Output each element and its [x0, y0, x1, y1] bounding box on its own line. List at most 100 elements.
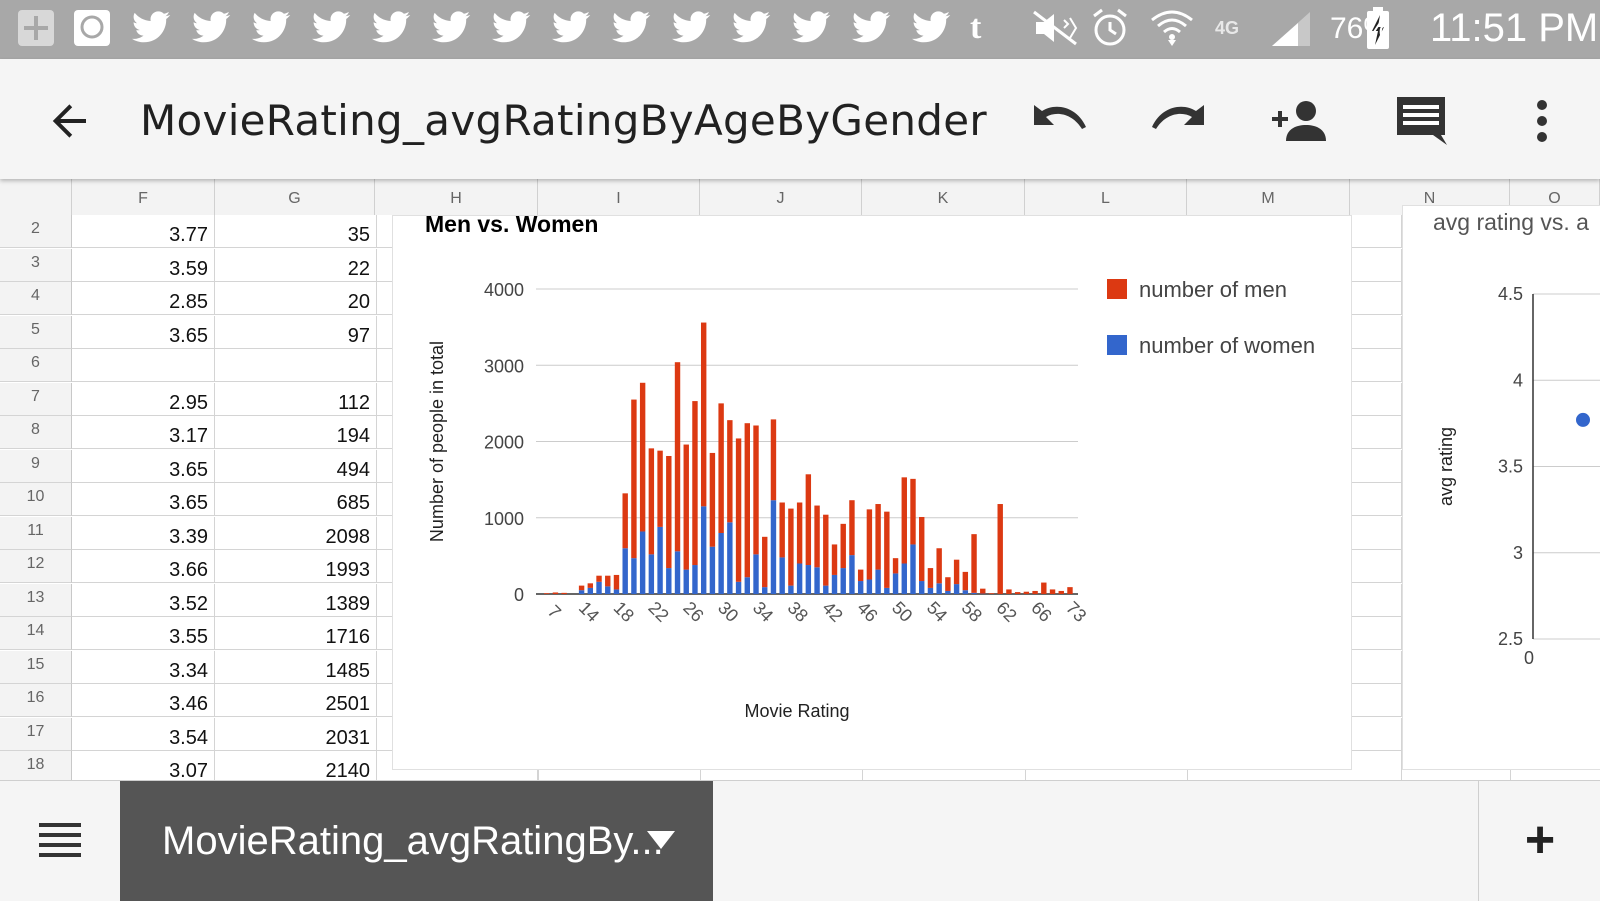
cell-f[interactable]: 3.65 — [72, 450, 215, 483]
share-button[interactable] — [1268, 89, 1332, 153]
bar-women — [736, 582, 741, 594]
row-header[interactable]: 8 — [0, 416, 72, 449]
row-header[interactable]: 5 — [0, 316, 72, 349]
cell-g[interactable]: 1993 — [215, 550, 377, 583]
twitter-icon — [552, 8, 592, 48]
cell-n[interactable] — [1350, 584, 1402, 617]
cell-n[interactable] — [1350, 718, 1402, 751]
cell-g[interactable]: 20 — [215, 282, 377, 315]
column-header-h[interactable]: H — [375, 179, 538, 215]
corner-cell[interactable] — [0, 179, 72, 215]
bar-men — [814, 506, 819, 568]
cell-f[interactable]: 3.65 — [72, 316, 215, 349]
chart-men-vs-women[interactable]: Men vs. Women010002000300040007141822263… — [392, 215, 1352, 770]
dropdown-arrow-icon[interactable] — [647, 831, 675, 849]
comments-button[interactable] — [1390, 89, 1454, 153]
row-header[interactable]: 11 — [0, 517, 72, 550]
row-header[interactable]: 16 — [0, 684, 72, 717]
column-header-i[interactable]: I — [538, 179, 700, 215]
cell-n[interactable] — [1350, 517, 1402, 550]
column-header-k[interactable]: K — [862, 179, 1025, 215]
row-header[interactable]: 9 — [0, 450, 72, 483]
cell-n[interactable] — [1350, 483, 1402, 516]
bar-men — [945, 577, 950, 591]
row-header[interactable]: 2 — [0, 215, 72, 248]
chart-avg-rating[interactable]: avg rating vs. a2.533.544.50avg rating — [1402, 205, 1600, 770]
cell-n[interactable] — [1350, 617, 1402, 650]
column-header-m[interactable]: M — [1187, 179, 1350, 215]
twitter-icon — [672, 8, 712, 48]
row-header[interactable]: 13 — [0, 584, 72, 617]
cell-g[interactable]: 685 — [215, 483, 377, 516]
bar-men — [561, 593, 566, 594]
cell-n[interactable] — [1350, 349, 1402, 382]
row-header[interactable]: 7 — [0, 383, 72, 416]
row-header[interactable]: 14 — [0, 617, 72, 650]
column-header-l[interactable]: L — [1025, 179, 1187, 215]
bar-women — [832, 575, 837, 594]
cell-f[interactable]: 3.59 — [72, 249, 215, 282]
sheet-tab-active[interactable]: MovieRating_avgRatingBy... — [120, 781, 713, 901]
x-tick-label: 14 — [575, 598, 603, 626]
row-header[interactable]: 4 — [0, 282, 72, 315]
row-header[interactable]: 10 — [0, 483, 72, 516]
cell-f[interactable]: 3.34 — [72, 651, 215, 684]
cell-f[interactable]: 3.17 — [72, 416, 215, 449]
cell-n[interactable] — [1350, 450, 1402, 483]
cell-f[interactable]: 3.39 — [72, 517, 215, 550]
column-header-f[interactable]: F — [72, 179, 215, 215]
cell-f[interactable]: 3.55 — [72, 617, 215, 650]
cell-f[interactable]: 3.66 — [72, 550, 215, 583]
cell-g[interactable]: 1485 — [215, 651, 377, 684]
cell-n[interactable] — [1350, 416, 1402, 449]
back-button[interactable] — [38, 89, 102, 153]
cell-g[interactable]: 2098 — [215, 517, 377, 550]
add-sheet-button[interactable]: + — [1500, 807, 1580, 873]
cell-g[interactable]: 194 — [215, 416, 377, 449]
y-tick-label: 4.5 — [1498, 284, 1523, 304]
column-header-j[interactable]: J — [700, 179, 862, 215]
cell-n[interactable] — [1350, 651, 1402, 684]
cell-f[interactable]: 3.52 — [72, 584, 215, 617]
cell-g[interactable]: 2031 — [215, 718, 377, 751]
cell-g[interactable]: 97 — [215, 316, 377, 349]
sheet-list-button[interactable] — [20, 807, 100, 873]
bar-women — [902, 564, 907, 595]
cell-g[interactable]: 1389 — [215, 584, 377, 617]
column-header-g[interactable]: G — [215, 179, 375, 215]
cell-n[interactable] — [1350, 282, 1402, 315]
cell-n[interactable] — [1350, 316, 1402, 349]
cell-n[interactable] — [1350, 684, 1402, 717]
cell-g[interactable] — [215, 349, 377, 382]
cell-f[interactable] — [72, 349, 215, 382]
row-header[interactable]: 3 — [0, 249, 72, 282]
cell-g[interactable]: 22 — [215, 249, 377, 282]
row-header[interactable]: 17 — [0, 718, 72, 751]
cell-n[interactable] — [1350, 550, 1402, 583]
cell-f[interactable]: 3.46 — [72, 684, 215, 717]
row-header[interactable]: 12 — [0, 550, 72, 583]
legend-label: number of men — [1139, 277, 1287, 302]
cell-f[interactable]: 3.54 — [72, 718, 215, 751]
row-header[interactable]: 6 — [0, 349, 72, 382]
undo-button[interactable] — [1026, 89, 1090, 153]
cell-g[interactable]: 2501 — [215, 684, 377, 717]
cell-g[interactable]: 35 — [215, 215, 377, 248]
bar-men — [596, 576, 601, 582]
cell-g[interactable]: 112 — [215, 383, 377, 416]
column-header-row: FGHIJKLMNO — [0, 179, 1600, 216]
cell-g[interactable]: 1716 — [215, 617, 377, 650]
twitter-icon — [792, 8, 832, 48]
cell-n[interactable] — [1350, 383, 1402, 416]
redo-button[interactable] — [1148, 89, 1212, 153]
bar-men — [797, 503, 802, 564]
cell-n[interactable] — [1350, 215, 1402, 248]
cell-f[interactable]: 2.85 — [72, 282, 215, 315]
cell-f[interactable]: 3.65 — [72, 483, 215, 516]
cell-g[interactable]: 494 — [215, 450, 377, 483]
more-options-button[interactable] — [1510, 89, 1574, 153]
row-header[interactable]: 15 — [0, 651, 72, 684]
cell-f[interactable]: 2.95 — [72, 383, 215, 416]
cell-n[interactable] — [1350, 249, 1402, 282]
cell-f[interactable]: 3.77 — [72, 215, 215, 248]
